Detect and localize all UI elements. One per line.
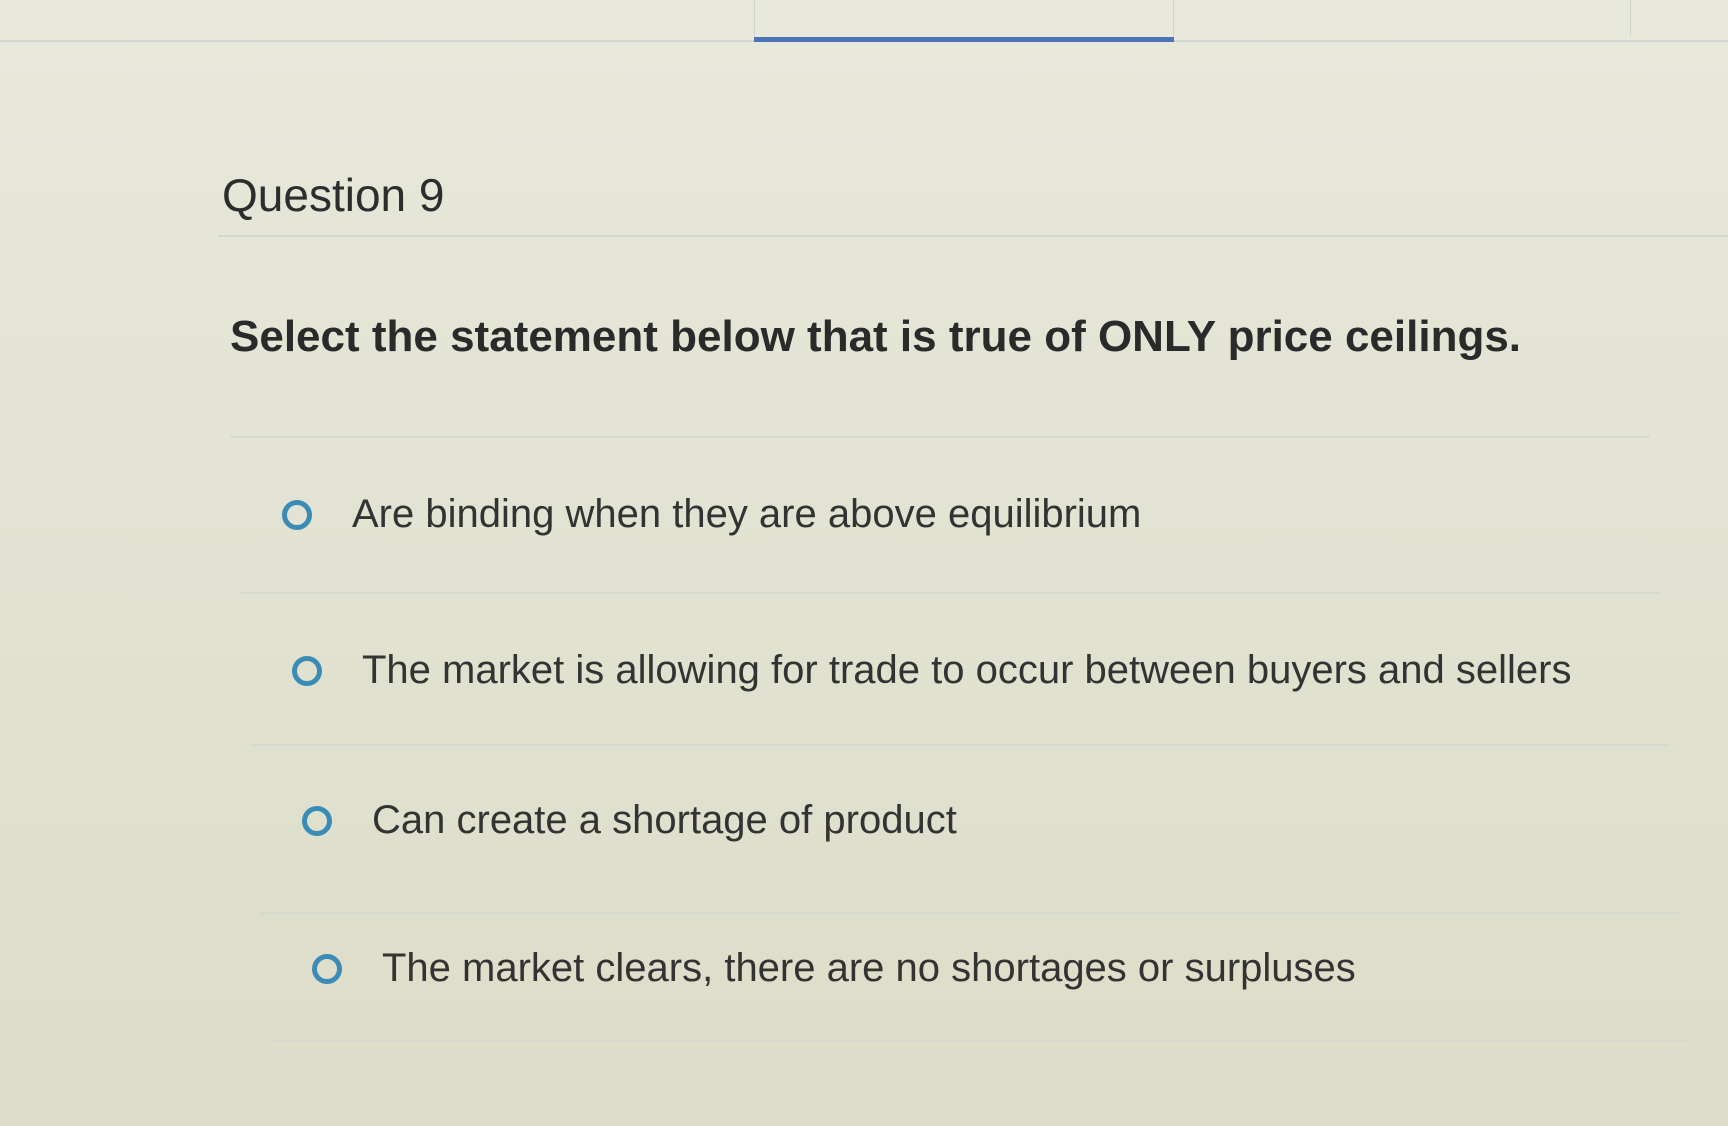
- option-label: The market clears, there are no shortage…: [382, 946, 1356, 990]
- option-divider: [250, 744, 1670, 746]
- radio-button-icon[interactable]: [302, 805, 332, 836]
- radio-button-icon[interactable]: [292, 655, 322, 686]
- answer-options: Are binding when they are above equilibr…: [0, 0, 1728, 1126]
- option-label: Can create a shortage of product: [372, 798, 957, 842]
- option-divider: [270, 1040, 1690, 1042]
- screen: Question 9 Select the statement below th…: [0, 0, 1728, 1126]
- option-divider: [240, 592, 1660, 594]
- answer-option[interactable]: Can create a shortage of product: [302, 798, 957, 843]
- radio-button-icon[interactable]: [312, 953, 342, 984]
- option-divider: [260, 912, 1680, 914]
- answer-option[interactable]: The market is allowing for trade to occu…: [292, 648, 1571, 693]
- option-label: Are binding when they are above equilibr…: [352, 492, 1142, 536]
- option-label: The market is allowing for trade to occu…: [362, 648, 1572, 692]
- radio-button-icon[interactable]: [282, 499, 312, 530]
- answer-option[interactable]: The market clears, there are no shortage…: [312, 946, 1356, 991]
- answer-option[interactable]: Are binding when they are above equilibr…: [282, 492, 1141, 537]
